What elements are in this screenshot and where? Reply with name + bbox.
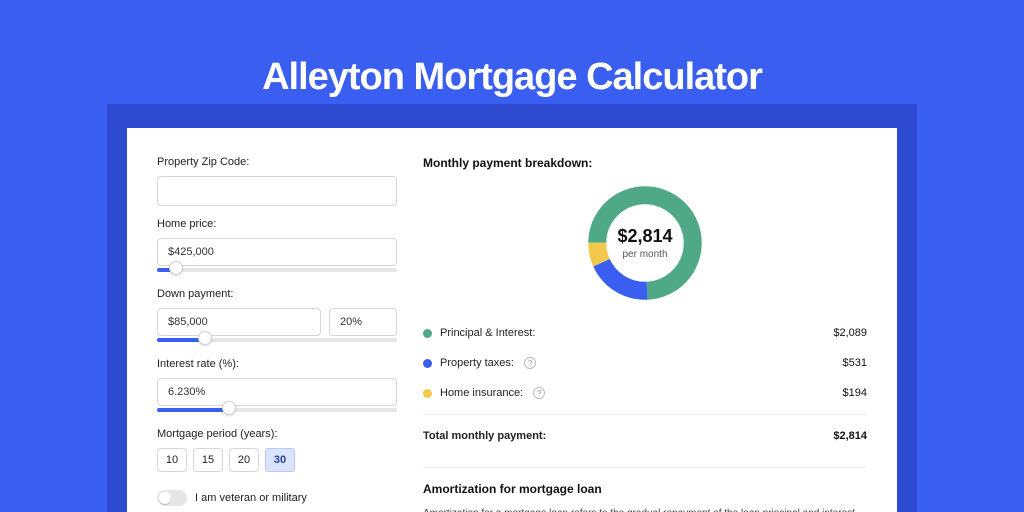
home-price-slider[interactable] xyxy=(157,264,397,276)
amort-title: Amortization for mortgage loan xyxy=(423,482,867,496)
legend-value: $2,089 xyxy=(833,327,867,339)
dot-icon xyxy=(423,329,432,338)
home-price-input[interactable] xyxy=(157,238,397,266)
interest-rate-slider[interactable] xyxy=(157,404,397,416)
inputs-panel: Property Zip Code: Home price: Down paym… xyxy=(157,156,397,512)
total-label: Total monthly payment: xyxy=(423,430,546,442)
legend-name: Home insurance: xyxy=(440,387,523,399)
legend-row-total: Total monthly payment: $2,814 xyxy=(423,421,867,451)
period-button-20[interactable]: 20 xyxy=(229,448,259,472)
legend-row-taxes: Property taxes: ? $531 xyxy=(423,348,867,378)
info-icon[interactable]: ? xyxy=(524,357,536,369)
legend-name: Principal & Interest: xyxy=(440,327,535,339)
calculator-card: Property Zip Code: Home price: Down paym… xyxy=(127,128,897,512)
dot-icon xyxy=(423,389,432,398)
info-icon[interactable]: ? xyxy=(533,387,545,399)
dot-icon xyxy=(423,359,432,368)
home-price-label: Home price: xyxy=(157,218,397,230)
breakdown-panel: Monthly payment breakdown: xyxy=(423,156,867,512)
down-payment-label: Down payment: xyxy=(157,288,397,300)
donut-center-value: $2,814 xyxy=(617,226,672,247)
legend-value: $194 xyxy=(843,387,867,399)
page-title: Alleyton Mortgage Calculator xyxy=(0,56,1024,99)
interest-rate-label: Interest rate (%): xyxy=(157,358,397,370)
legend-name: Property taxes: xyxy=(440,357,514,369)
mortgage-period-group: 10 15 20 30 xyxy=(157,448,397,472)
zip-label: Property Zip Code: xyxy=(157,156,397,168)
legend-row-insurance: Home insurance: ? $194 xyxy=(423,378,867,408)
total-value: $2,814 xyxy=(833,430,867,442)
period-button-15[interactable]: 15 xyxy=(193,448,223,472)
breakdown-title: Monthly payment breakdown: xyxy=(423,156,867,170)
down-payment-input[interactable] xyxy=(157,308,321,336)
veteran-toggle[interactable] xyxy=(157,490,187,506)
amort-text: Amortization for a mortgage loan refers … xyxy=(423,506,867,512)
interest-rate-input[interactable] xyxy=(157,378,397,406)
period-button-10[interactable]: 10 xyxy=(157,448,187,472)
zip-input[interactable] xyxy=(157,176,397,206)
veteran-label: I am veteran or military xyxy=(195,492,307,504)
down-payment-percent-input[interactable] xyxy=(329,308,397,336)
mortgage-period-label: Mortgage period (years): xyxy=(157,428,397,440)
legend-row-principal: Principal & Interest: $2,089 xyxy=(423,318,867,348)
period-button-30[interactable]: 30 xyxy=(265,448,295,472)
legend-value: $531 xyxy=(843,357,867,369)
breakdown-donut-chart: $2,814 per month xyxy=(582,180,708,306)
down-payment-slider[interactable] xyxy=(157,334,397,346)
donut-center-sub: per month xyxy=(622,249,667,260)
